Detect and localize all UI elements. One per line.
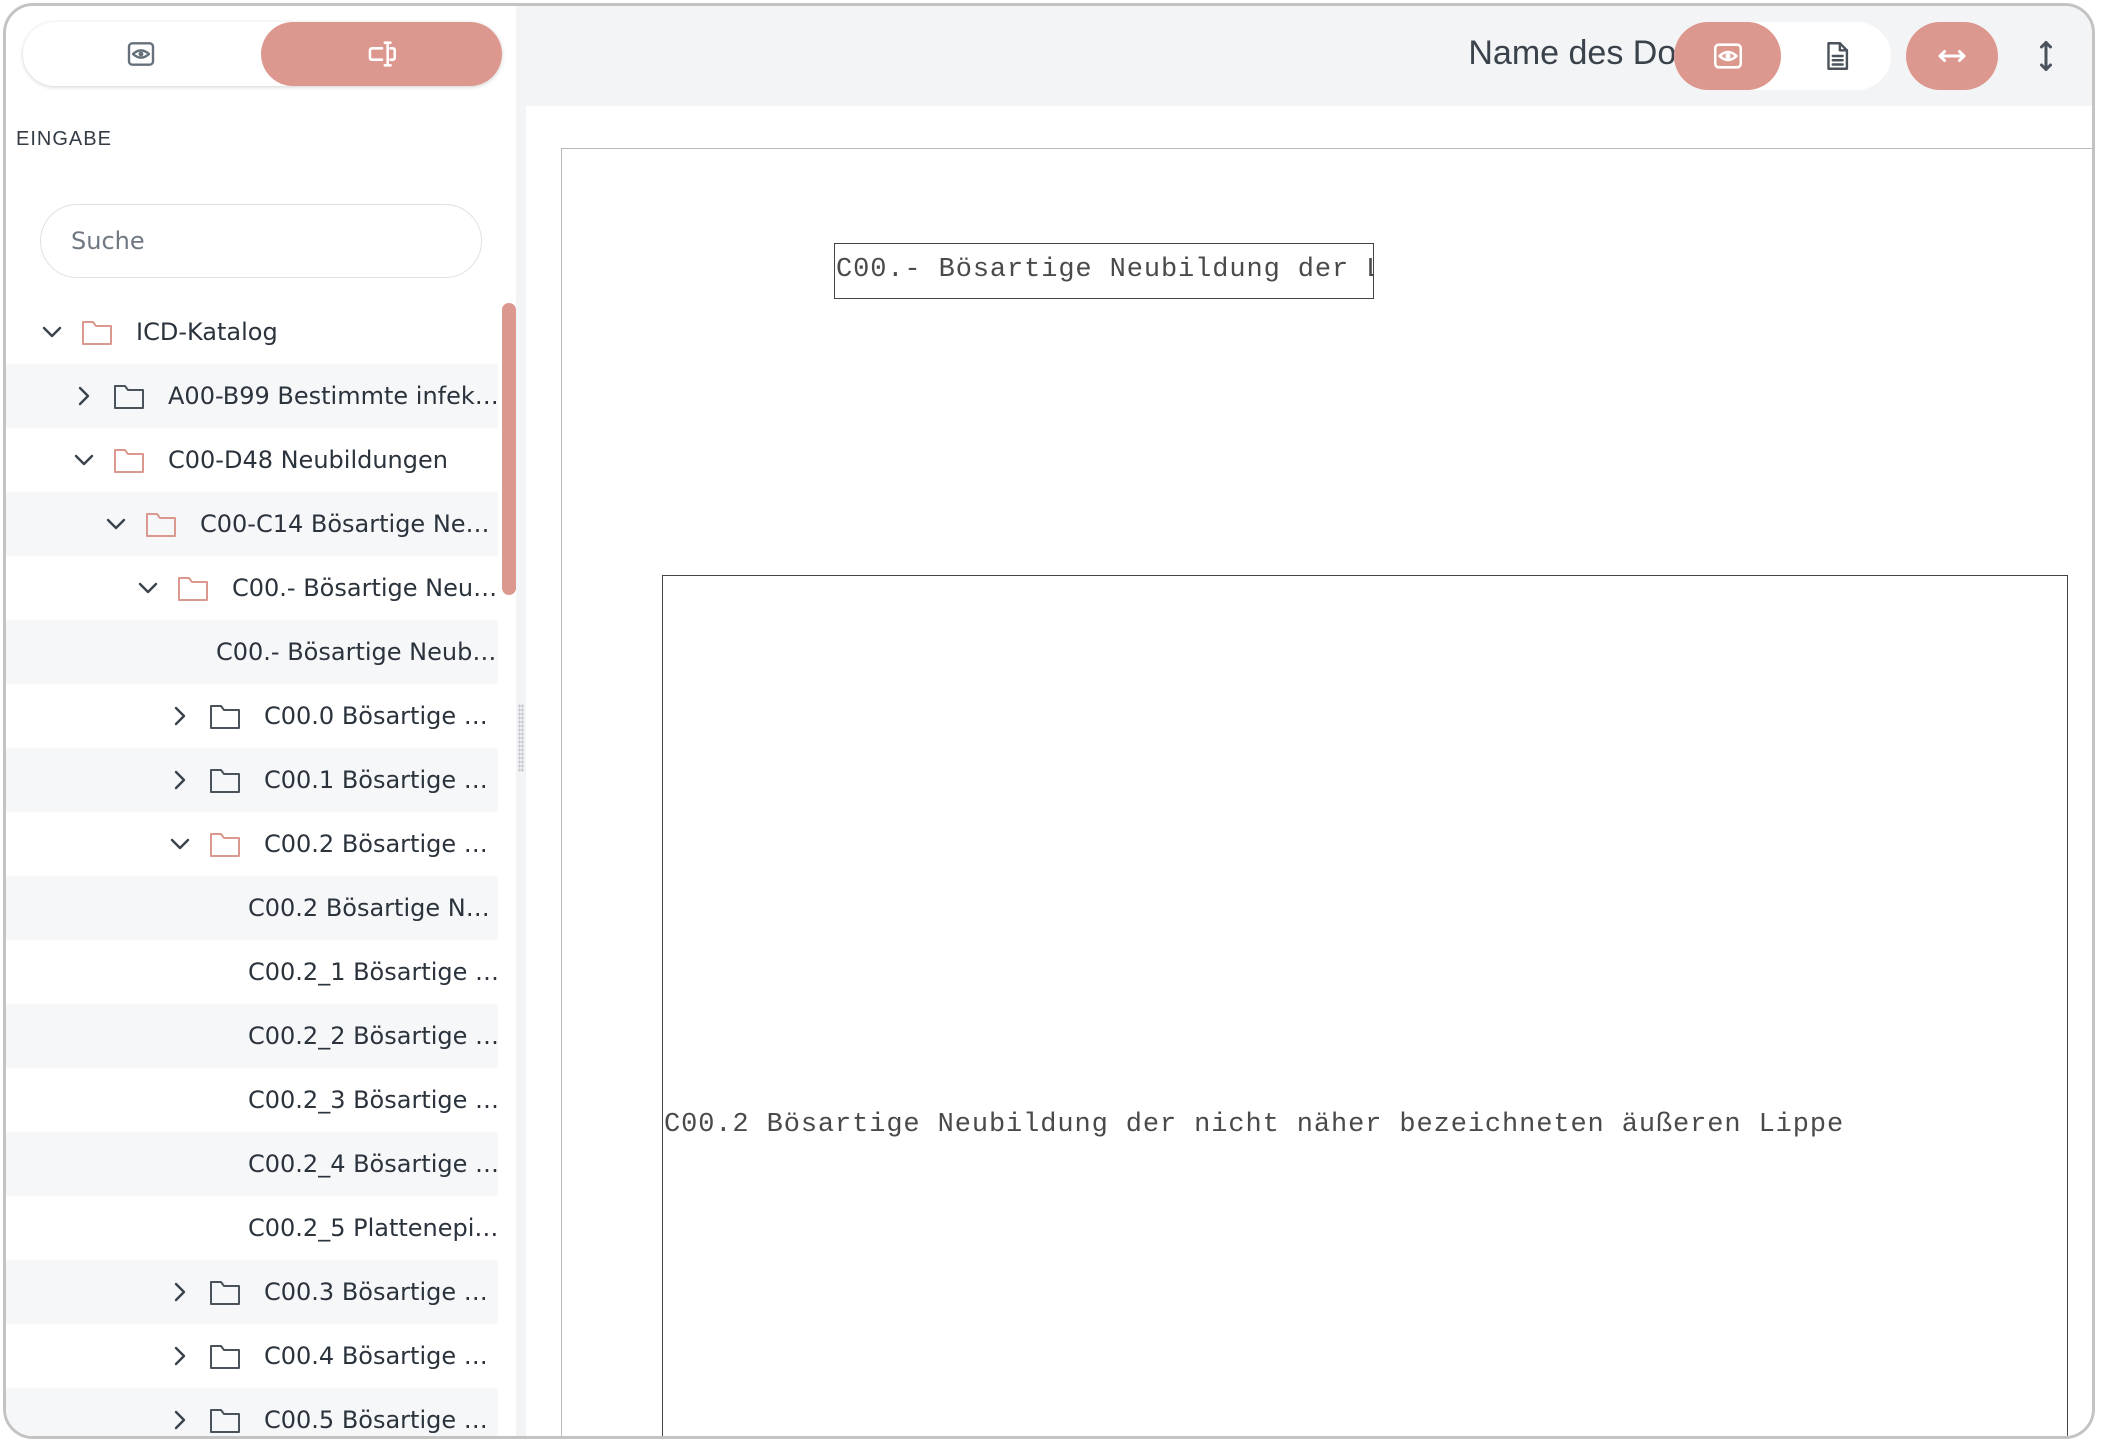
tree-item-label: C00.5 Bösartige Neubildung (264, 1406, 498, 1434)
document-icon (1826, 42, 1848, 70)
folder-icon (210, 705, 240, 729)
tree-item-label: ICD-Katalog (136, 318, 278, 346)
folder-icon (114, 449, 144, 473)
tree-item-label: C00.3 Bösartige Neubildung (264, 1278, 498, 1306)
preview-mode-button[interactable] (23, 22, 258, 86)
document-canvas[interactable]: C00.- Bösartige Neubildung der Lippe C00… (526, 106, 2092, 1436)
tree-item-label: C00.2 Bösartige Neubildung (264, 830, 498, 858)
form-field-text-2[interactable]: C00.2 Bösartige Neubildung der nicht näh… (662, 575, 2068, 1436)
sidebar: EINGABE ICD-Katalog A00-B99 Bestimmte inf… (6, 6, 516, 1436)
folder-icon (210, 769, 240, 793)
chevron-right-icon[interactable] (168, 1280, 192, 1304)
eye-icon (127, 42, 154, 66)
tree-item[interactable]: C00-C14 Bösartige Neubildungen der Lippe… (6, 492, 498, 556)
tree-item[interactable]: C00.2 Bösartige Neubildung (6, 876, 498, 940)
tree-item-label: C00.4 Bösartige Neubildung (264, 1342, 498, 1370)
folder-icon (178, 577, 208, 601)
chevron-down-icon[interactable] (168, 832, 192, 856)
tree-item-label: C00-C14 Bösartige Neubildungen der Lippe… (200, 510, 498, 538)
form-field-text-2-content: C00.2 Bösartige Neubildung der nicht näh… (664, 1110, 1845, 1140)
tree-item-label: C00.2 Bösartige Neubildung (248, 894, 498, 922)
tree-item-label: C00-D48 Neubildungen (168, 446, 448, 474)
app-window: EINGABE ICD-Katalog A00-B99 Bestimmte inf… (3, 3, 2095, 1439)
scrollbar-thumb[interactable] (502, 303, 516, 595)
tree-item[interactable]: C00.2_2 Bösartige Neubildung (6, 1004, 498, 1068)
chevron-down-icon[interactable] (136, 576, 160, 600)
arrows-vertical-icon (2040, 41, 2052, 71)
chevron-right-icon[interactable] (168, 1344, 192, 1368)
tree-item-label: C00.0 Bösartige Neubildung (264, 702, 498, 730)
mode-toggle (23, 22, 502, 86)
tree-item-label: C00.1 Bösartige Neubildung (264, 766, 498, 794)
splitter-grip-icon[interactable] (518, 704, 524, 772)
tree-item[interactable]: C00.2_1 Bösartige Neubildung (6, 940, 498, 1004)
form-field-text-1[interactable]: C00.- Bösartige Neubildung der Lippe (834, 243, 1374, 299)
tree-item[interactable]: A00-B99 Bestimmte infektiöse und parasit… (6, 364, 498, 428)
tree-item[interactable]: C00.2_4 Bösartige Neubildung (6, 1132, 498, 1196)
tree-item[interactable]: ICD-Katalog (6, 300, 498, 364)
document-view-button[interactable] (1782, 22, 1891, 90)
tree-view: ICD-Katalog A00-B99 Bestimmte infektiöse … (6, 300, 498, 1436)
sidebar-section-label: EINGABE (16, 128, 112, 150)
tree-item[interactable]: C00.- Bösartige Neubildung der Lippe (6, 620, 498, 684)
fit-height-button[interactable] (2004, 22, 2088, 90)
search-input[interactable] (40, 204, 482, 278)
view-mode-group (1674, 22, 1891, 90)
tree-item-label: C00.2_2 Bösartige Neubildung (248, 1022, 498, 1050)
tree-item-label: C00.2_5 Plattenepithelkarzinom (248, 1214, 498, 1242)
tree-item[interactable]: C00.0 Bösartige Neubildung (6, 684, 498, 748)
tree-item-label: C00.2_3 Bösartige Neubildung (248, 1086, 498, 1114)
chevron-right-icon[interactable] (168, 1408, 192, 1432)
tree-item[interactable]: C00.- Bösartige Neubildung der Lippe (6, 556, 498, 620)
folder-icon (210, 1281, 240, 1305)
folder-icon (210, 833, 240, 857)
fit-width-button[interactable] (1906, 22, 1998, 90)
tree-item[interactable]: C00.2_3 Bösartige Neubildung (6, 1068, 498, 1132)
chevron-down-icon[interactable] (72, 448, 96, 472)
arrows-horizontal-icon (1938, 50, 1966, 62)
folder-icon (210, 1409, 240, 1433)
tree-item[interactable]: C00.2 Bösartige Neubildung (6, 812, 498, 876)
tree-item[interactable]: C00.2_5 Plattenepithelkarzinom (6, 1196, 498, 1260)
tree-item[interactable]: C00.5 Bösartige Neubildung (6, 1388, 498, 1436)
chevron-down-icon[interactable] (104, 512, 128, 536)
eye-icon (1713, 43, 1742, 69)
tree-item-label: C00.2_4 Bösartige Neubildung (248, 1150, 498, 1178)
document-page: C00.- Bösartige Neubildung der Lippe C00… (561, 148, 2092, 1436)
folder-icon (146, 513, 176, 537)
tree-item[interactable]: C00.1 Bösartige Neubildung (6, 748, 498, 812)
chevron-right-icon[interactable] (168, 768, 192, 792)
folder-icon (210, 1345, 240, 1369)
chevron-right-icon[interactable] (72, 384, 96, 408)
text-cursor-icon (368, 41, 396, 67)
tree-item-label: C00.- Bösartige Neubildung der Lippe (216, 638, 498, 666)
input-mode-button[interactable] (261, 22, 502, 86)
tree-item-label: A00-B99 Bestimmte infektiöse und parasit… (168, 382, 498, 410)
chevron-down-icon[interactable] (40, 320, 64, 344)
folder-icon (82, 321, 112, 345)
tree-item[interactable]: C00-D48 Neubildungen (6, 428, 498, 492)
tree-item-label: C00.2_1 Bösartige Neubildung (248, 958, 498, 986)
chevron-right-icon[interactable] (168, 704, 192, 728)
tree-item-label: C00.- Bösartige Neubildung der Lippe (232, 574, 498, 602)
tree-item[interactable]: C00.3 Bösartige Neubildung (6, 1260, 498, 1324)
header-bar: Name des Dokumentes (526, 6, 2092, 106)
preview-view-button[interactable] (1674, 22, 1781, 90)
tree-item[interactable]: C00.4 Bösartige Neubildung (6, 1324, 498, 1388)
folder-icon (114, 385, 144, 409)
